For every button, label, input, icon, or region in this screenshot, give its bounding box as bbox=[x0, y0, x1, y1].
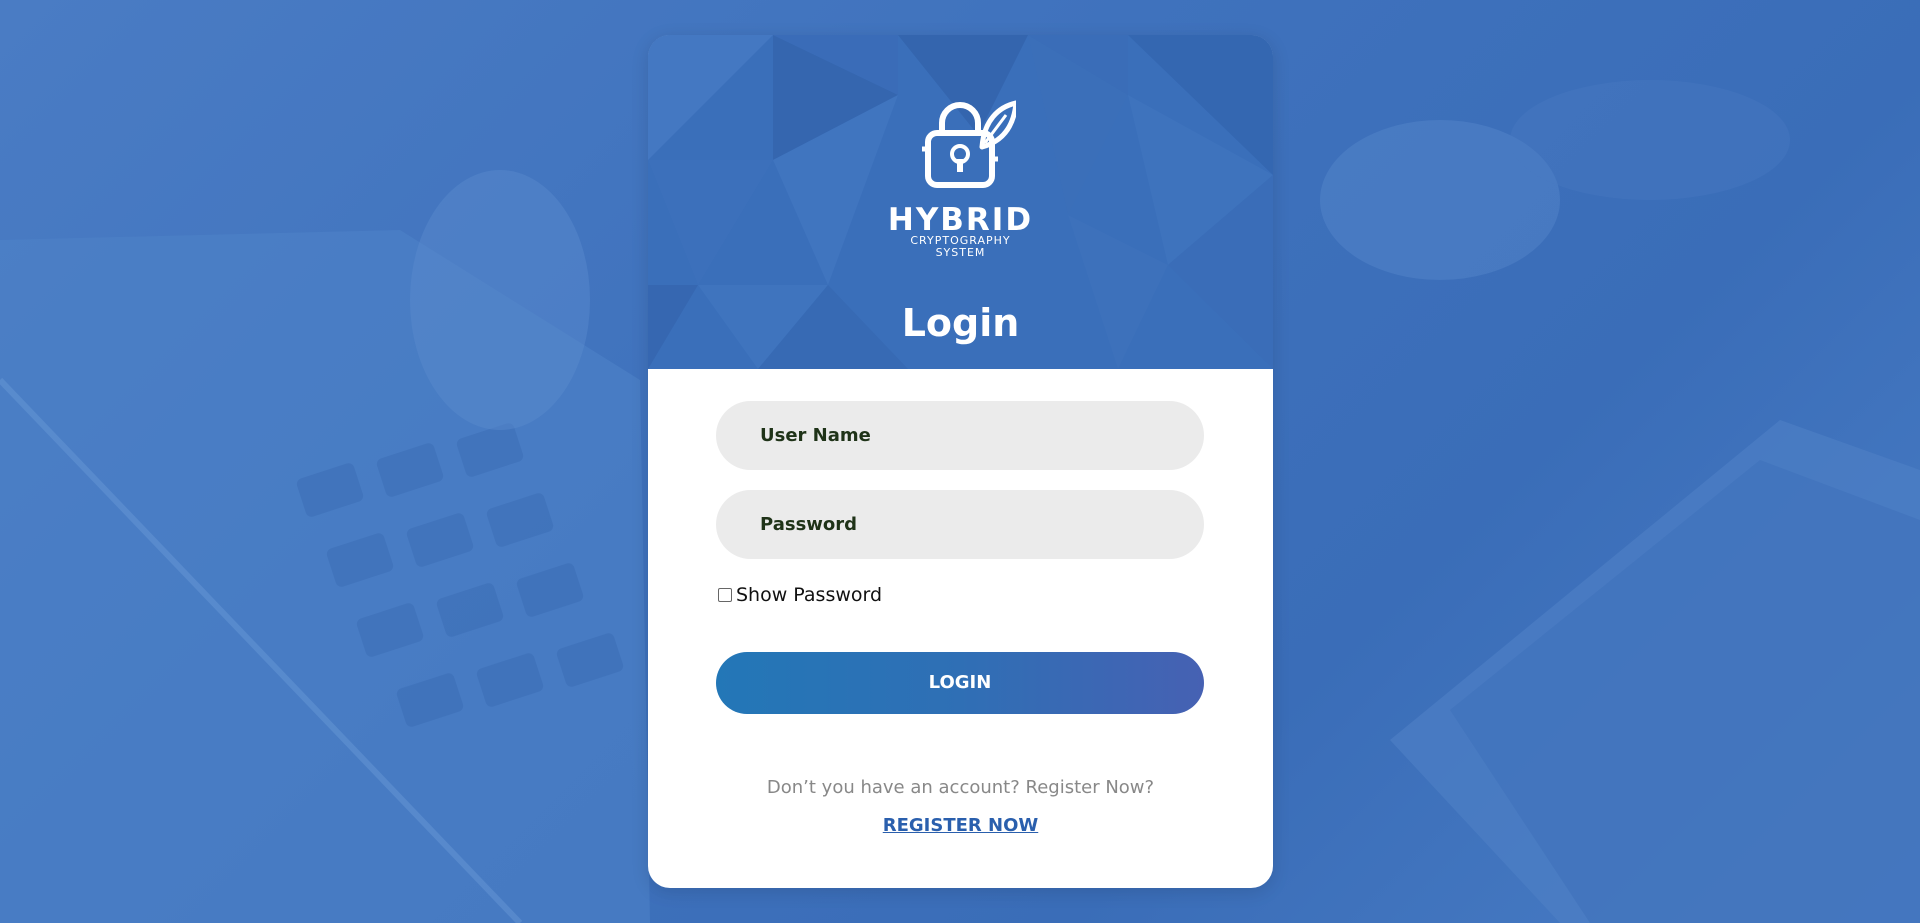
password-input[interactable] bbox=[716, 490, 1204, 559]
username-input[interactable] bbox=[716, 401, 1204, 470]
login-card: HYBRID CRYPTOGRAPHY SYSTEM Login Show Pa… bbox=[648, 35, 1273, 888]
register-prompt: Don’t you have an account? Register Now? bbox=[766, 777, 1155, 798]
register-link[interactable]: REGISTER NOW bbox=[648, 815, 1273, 836]
brand-subtitle-line2: SYSTEM bbox=[935, 246, 986, 259]
show-password-checkbox[interactable] bbox=[718, 588, 732, 602]
show-password-row[interactable]: Show Password bbox=[716, 583, 882, 607]
card-header: HYBRID CRYPTOGRAPHY SYSTEM Login bbox=[648, 35, 1273, 369]
show-password-label: Show Password bbox=[736, 584, 883, 606]
padlock-leaf-icon bbox=[921, 100, 1016, 188]
brand-name: HYBRID bbox=[887, 202, 1034, 238]
brand-logo: HYBRID CRYPTOGRAPHY SYSTEM bbox=[648, 99, 1273, 259]
login-button[interactable]: LOGIN bbox=[716, 652, 1204, 714]
page-title: Login bbox=[901, 301, 1020, 345]
